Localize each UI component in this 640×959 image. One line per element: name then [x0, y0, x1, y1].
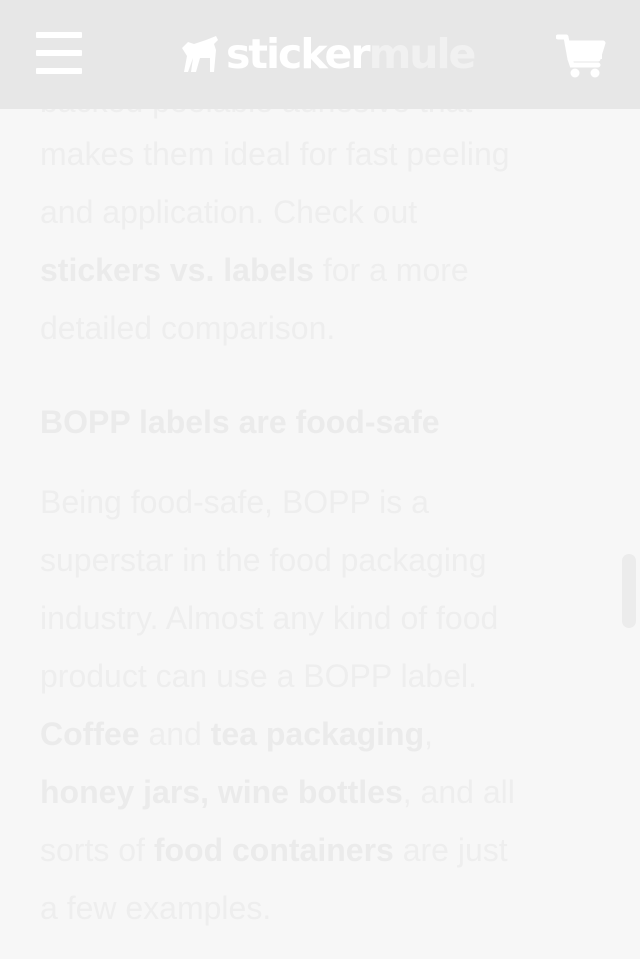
- menu-bar-line: [36, 50, 82, 56]
- mule-logo-icon: [182, 36, 218, 72]
- intro-paragraph: makes them ideal for fast peeling and ap…: [40, 125, 600, 357]
- body-line: Being food-safe, BOPP is a: [40, 484, 429, 520]
- intro-line: detailed comparison.: [40, 310, 336, 346]
- tea-packaging-link[interactable]: tea packaging: [211, 716, 424, 752]
- logo-wordmark: stickermule: [226, 26, 477, 82]
- body-line: superstar in the food packaging: [40, 542, 487, 578]
- intro-line: makes them ideal for fast peeling: [40, 136, 510, 172]
- intro-line: and application. Check out: [40, 194, 418, 230]
- coffee-link[interactable]: Coffee: [40, 716, 140, 752]
- body-line: honey jars, wine bottles, and all: [40, 774, 515, 810]
- body-line: industry. Almost any kind of food: [40, 600, 499, 636]
- body-line: sorts of food containers are just: [40, 832, 508, 868]
- article-content: makes them ideal for fast peeling and ap…: [40, 125, 600, 937]
- logo-wordmark-mule: mule: [368, 30, 477, 78]
- food-containers-link[interactable]: food containers: [154, 832, 394, 868]
- section-heading-food-safe: BOPP labels are food-safe: [40, 404, 440, 440]
- scrollbar-thumb[interactable]: [622, 554, 636, 628]
- stickers-vs-labels-link[interactable]: stickers vs. labels: [40, 252, 314, 288]
- food-safe-paragraph: Being food-safe, BOPP is a superstar in …: [40, 473, 600, 937]
- page: stickermule backed peelable adhesive tha…: [0, 0, 640, 959]
- logo-wordmark-sticker: sticker: [226, 30, 371, 78]
- body-line: Coffee and tea packaging,: [40, 716, 434, 752]
- shopping-cart-icon[interactable]: [556, 33, 606, 79]
- intro-line: stickers vs. labels for a more: [40, 252, 469, 288]
- body-line: a few examples.: [40, 890, 272, 926]
- wine-bottles-link[interactable]: wine bottles: [218, 774, 403, 810]
- sticker-mule-logo[interactable]: stickermule: [178, 26, 477, 82]
- body-line: product can use a BOPP label.: [40, 658, 478, 694]
- menu-bar-line: [36, 68, 82, 74]
- hamburger-menu-icon[interactable]: [36, 32, 82, 74]
- honey-jars-link[interactable]: honey jars: [40, 774, 200, 810]
- menu-bar-line: [36, 32, 82, 38]
- top-navigation-bar: stickermule: [0, 0, 640, 109]
